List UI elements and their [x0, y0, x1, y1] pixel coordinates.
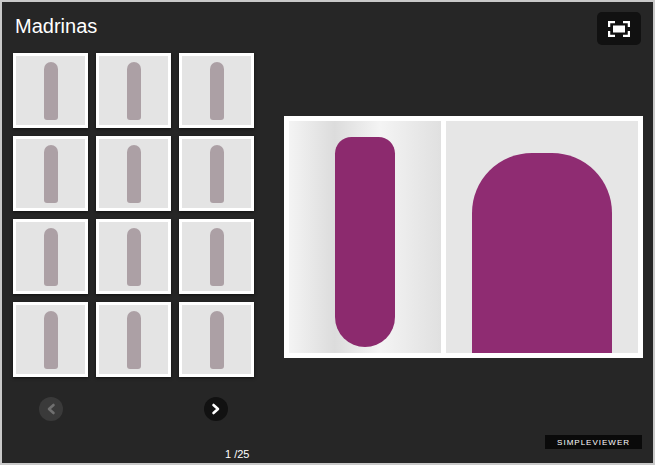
thumbnail-panel: [13, 53, 254, 421]
fullscreen-button[interactable]: [597, 12, 641, 45]
thumbnail[interactable]: [96, 219, 171, 294]
header: Madrinas: [13, 12, 643, 53]
thumbnail[interactable]: [96, 302, 171, 377]
thumbnail[interactable]: [179, 136, 254, 211]
content-area: [13, 53, 643, 421]
fullscreen-icon: [608, 21, 630, 37]
gallery-viewer: Madrinas 1 /25 SIMPLEVIEWER: [0, 0, 655, 465]
photo: [446, 121, 638, 353]
thumbnail-navigation: [13, 397, 254, 421]
thumbnail[interactable]: [179, 53, 254, 128]
thumbnail[interactable]: [96, 136, 171, 211]
thumbnail-grid: [13, 53, 254, 377]
left-arrow-icon: [44, 400, 58, 418]
thumbnail[interactable]: [13, 302, 88, 377]
simpleviewer-badge[interactable]: SIMPLEVIEWER: [545, 435, 642, 449]
right-arrow-icon: [209, 400, 223, 418]
thumbnail[interactable]: [13, 219, 88, 294]
thumbnail[interactable]: [96, 53, 171, 128]
photo: [289, 121, 441, 353]
thumbnail[interactable]: [13, 53, 88, 128]
main-image[interactable]: [284, 116, 643, 358]
thumbnail[interactable]: [179, 302, 254, 377]
gallery-title: Madrinas: [13, 12, 97, 38]
thumbnail[interactable]: [13, 136, 88, 211]
footer: 1 /25 SIMPLEVIEWER: [13, 435, 643, 463]
next-button[interactable]: [204, 397, 228, 421]
image-counter: 1 /25: [225, 448, 249, 461]
prev-button: [39, 397, 63, 421]
thumbnail[interactable]: [179, 219, 254, 294]
